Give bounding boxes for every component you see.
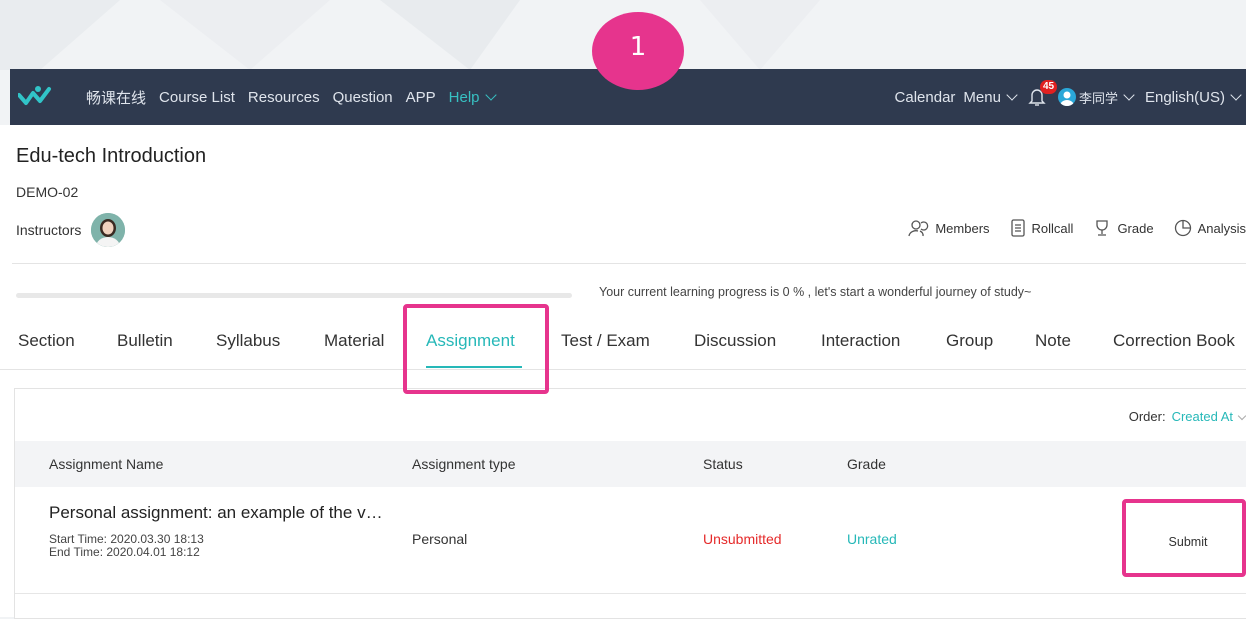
- nav-course-list[interactable]: Course List: [159, 89, 235, 106]
- chevron-down-icon: [484, 89, 497, 101]
- language-label: English(US): [1144, 88, 1225, 106]
- members-label: Members: [935, 220, 990, 236]
- notification-count-badge: 45: [1039, 80, 1058, 94]
- nav-brand-link[interactable]: 畅课在线: [86, 87, 146, 108]
- members-icon: [908, 220, 929, 237]
- tab-section[interactable]: Section: [18, 331, 75, 351]
- step-number-badge: 1: [592, 12, 684, 90]
- instructors-label: Instructors: [16, 222, 82, 238]
- tab-note[interactable]: Note: [1035, 331, 1071, 351]
- assignment-type: Personal: [412, 531, 468, 547]
- analysis-button[interactable]: Analysis: [1174, 219, 1246, 237]
- nav-calendar[interactable]: Calendar: [895, 89, 956, 106]
- rollcall-button[interactable]: Rollcall: [1010, 219, 1074, 237]
- language-dropdown[interactable]: English(US): [1145, 89, 1244, 106]
- order-label: Order:: [1128, 409, 1166, 424]
- assignment-name[interactable]: Personal assignment: an example of the v…: [49, 503, 383, 523]
- trophy-icon: [1096, 220, 1109, 236]
- instructor-avatar[interactable]: [91, 213, 126, 247]
- nav-right: Calendar Menu 45 李同学 English(US): [895, 69, 1244, 125]
- nav-help-dropdown[interactable]: Help: [449, 89, 499, 106]
- table-header: Assignment Name Assignment type Status G…: [15, 441, 1246, 487]
- header-assignment-name: Assignment Name: [49, 456, 164, 472]
- rollcall-label: Rollcall: [1031, 220, 1074, 236]
- course-title: Edu-tech Introduction: [16, 145, 207, 167]
- assignment-panel: Order: Created At Assignment Name Assign…: [14, 388, 1246, 619]
- tab-syllabus[interactable]: Syllabus: [216, 331, 280, 351]
- header-assignment-type: Assignment type: [412, 456, 516, 472]
- submit-button[interactable]: Submit: [1133, 509, 1243, 575]
- user-name: 李同学: [1078, 90, 1118, 106]
- course-tabs: Section Bulletin Syllabus Material Assig…: [0, 321, 1246, 370]
- tab-correction-book[interactable]: Correction Book: [1113, 331, 1235, 351]
- chevron-down-icon: [1123, 89, 1135, 101]
- tab-test-exam[interactable]: Test / Exam: [561, 331, 650, 351]
- nav-help-label: Help: [448, 88, 480, 106]
- nav-left: 畅课在线 Course List Resources Question APP …: [86, 69, 499, 125]
- pie-chart-icon: [1174, 219, 1191, 237]
- order-value: Created At: [1171, 409, 1233, 424]
- user-menu-dropdown[interactable]: 李同学: [1057, 88, 1137, 107]
- order-dropdown[interactable]: Created At: [1171, 409, 1246, 424]
- assignment-status: Unsubmitted: [703, 531, 782, 547]
- tab-group[interactable]: Group: [946, 331, 993, 351]
- chevron-down-icon: [1006, 89, 1018, 101]
- grade-label: Grade: [1117, 220, 1154, 236]
- analysis-label: Analysis: [1197, 220, 1246, 236]
- tab-discussion[interactable]: Discussion: [694, 331, 776, 351]
- table-row[interactable]: Personal assignment: an example of the v…: [15, 487, 1246, 594]
- header-status: Status: [703, 456, 743, 472]
- tab-assignment[interactable]: Assignment: [426, 331, 515, 351]
- header-divider: [12, 263, 1246, 264]
- instructors: Instructors: [16, 213, 126, 247]
- nav-question[interactable]: Question: [333, 89, 393, 106]
- tab-material[interactable]: Material: [324, 331, 384, 351]
- chevron-down-icon: [1237, 411, 1246, 420]
- course-tools: Members Rollcall Grade Analysis: [907, 219, 1246, 237]
- header-grade: Grade: [847, 456, 886, 472]
- end-time: End Time: 2020.04.01 18:12: [49, 545, 200, 559]
- nav-app[interactable]: APP: [406, 89, 436, 106]
- user-avatar: [1057, 88, 1076, 106]
- order-control: Order: Created At: [1128, 409, 1246, 424]
- nav-menu-label: Menu: [963, 88, 1001, 106]
- chevron-down-icon: [1230, 89, 1242, 101]
- main-content: Edu-tech Introduction DEMO-02 Instructor…: [0, 125, 1246, 619]
- assignment-grade: Unrated: [847, 531, 897, 547]
- active-tab-indicator: [426, 366, 522, 368]
- logo-icon[interactable]: [18, 83, 52, 107]
- nav-resources[interactable]: Resources: [248, 89, 320, 106]
- nav-menu-dropdown[interactable]: Menu: [963, 89, 1020, 106]
- tab-bulletin[interactable]: Bulletin: [117, 331, 173, 351]
- course-code: DEMO-02: [16, 184, 79, 200]
- notification-bell[interactable]: 45: [1028, 80, 1058, 108]
- tab-interaction[interactable]: Interaction: [821, 331, 900, 351]
- members-button[interactable]: Members: [907, 219, 990, 237]
- assignment-times: Start Time: 2020.03.30 18:13 End Time: 2…: [49, 533, 204, 559]
- learning-progress-text: Your current learning progress is 0 % , …: [599, 285, 1032, 299]
- learning-progress-bar: [16, 293, 572, 298]
- rollcall-icon: [1010, 219, 1025, 237]
- grade-button[interactable]: Grade: [1093, 219, 1154, 237]
